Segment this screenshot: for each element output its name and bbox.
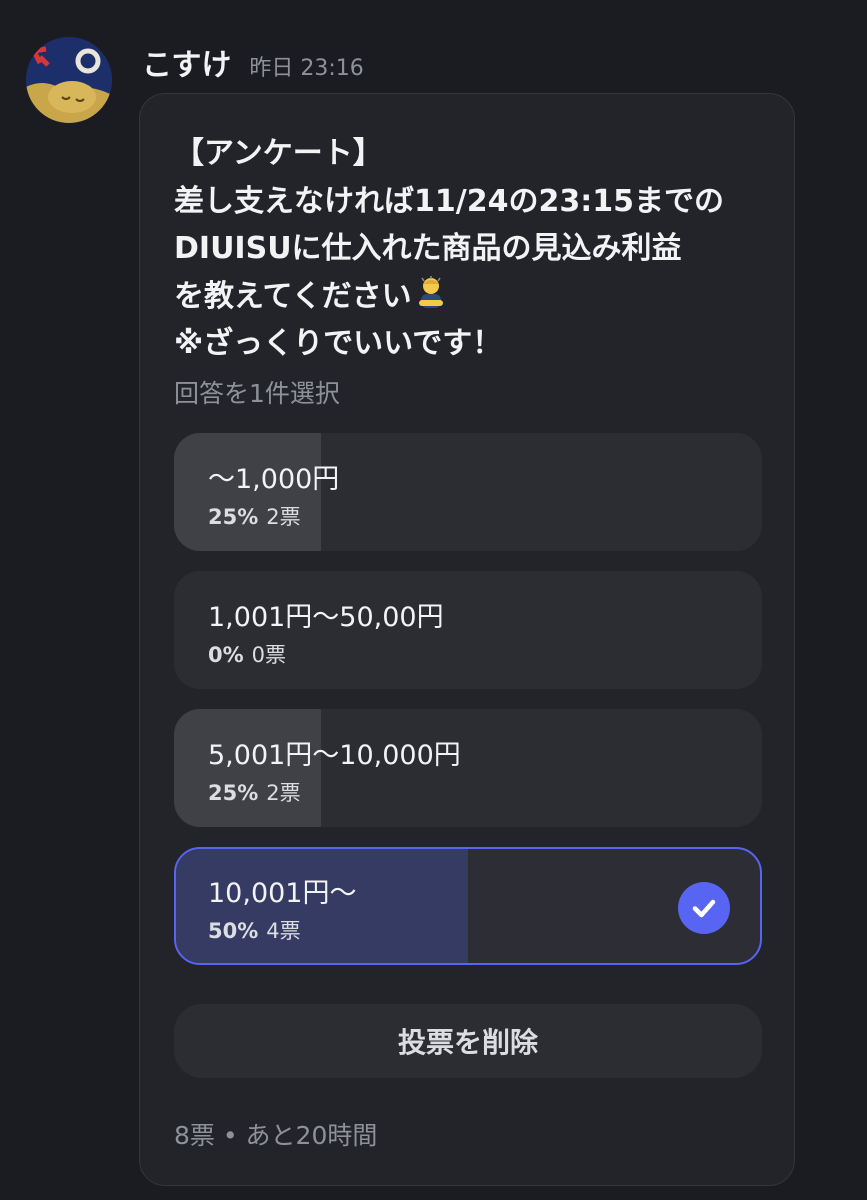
poll-option-label: 〜1,000円	[208, 464, 340, 495]
poll-option-stats: 50% 4票	[208, 915, 301, 945]
remove-vote-button[interactable]: 投票を削除	[174, 1004, 762, 1078]
timestamp: 昨日 23:16	[249, 56, 364, 81]
poll-option-votes: 2票	[266, 505, 301, 529]
poll-question: 【アンケート】 差し支えなければ11/24の23:15までの DIUISUに仕入…	[174, 130, 774, 368]
poll-option[interactable]: 〜1,000円 25% 2票	[174, 433, 762, 551]
bowing-person-icon	[416, 275, 446, 310]
poll-option-label: 1,001円〜50,00円	[208, 602, 444, 633]
poll-option-percent: 25%	[208, 505, 259, 529]
poll-option-votes: 0票	[251, 643, 287, 667]
poll-option-stats: 0% 0票	[208, 639, 286, 669]
poll-option-percent: 25%	[208, 781, 259, 805]
message-header: こすけ 昨日 23:16	[142, 40, 364, 84]
poll-question-note: ※ざっくりでいいです！	[174, 326, 503, 361]
poll-option[interactable]: 1,001円〜50,00円 0% 0票	[174, 571, 762, 689]
poll-option-stats: 25% 2票	[208, 501, 301, 531]
poll-option-percent: 0%	[208, 643, 244, 667]
poll-option-label: 5,001円〜10,000円	[208, 740, 461, 771]
avatar[interactable]	[26, 37, 112, 123]
poll-option-stats: 25% 2票	[208, 777, 301, 807]
poll-option-selected[interactable]: 10,001円〜 50% 4票	[174, 847, 762, 965]
poll-question-text: 【アンケート】 差し支えなければ11/24の23:15までの DIUISUに仕入…	[174, 136, 724, 314]
poll-option-votes: 4票	[266, 919, 301, 943]
username[interactable]: こすけ	[142, 40, 231, 84]
checkmark-icon	[678, 882, 730, 934]
poll-option-label: 10,001円〜	[208, 878, 357, 909]
poll-instruction: 回答を1件選択	[174, 379, 340, 408]
poll-option-votes: 2票	[266, 781, 301, 805]
poll-card: 【アンケート】 差し支えなければ11/24の23:15までの DIUISUに仕入…	[139, 93, 795, 1186]
poll-footer: 8票 • あと20時間	[174, 1121, 378, 1150]
poll-option-percent: 50%	[208, 919, 259, 943]
poll-option[interactable]: 5,001円〜10,000円 25% 2票	[174, 709, 762, 827]
avatar-image	[26, 37, 112, 123]
